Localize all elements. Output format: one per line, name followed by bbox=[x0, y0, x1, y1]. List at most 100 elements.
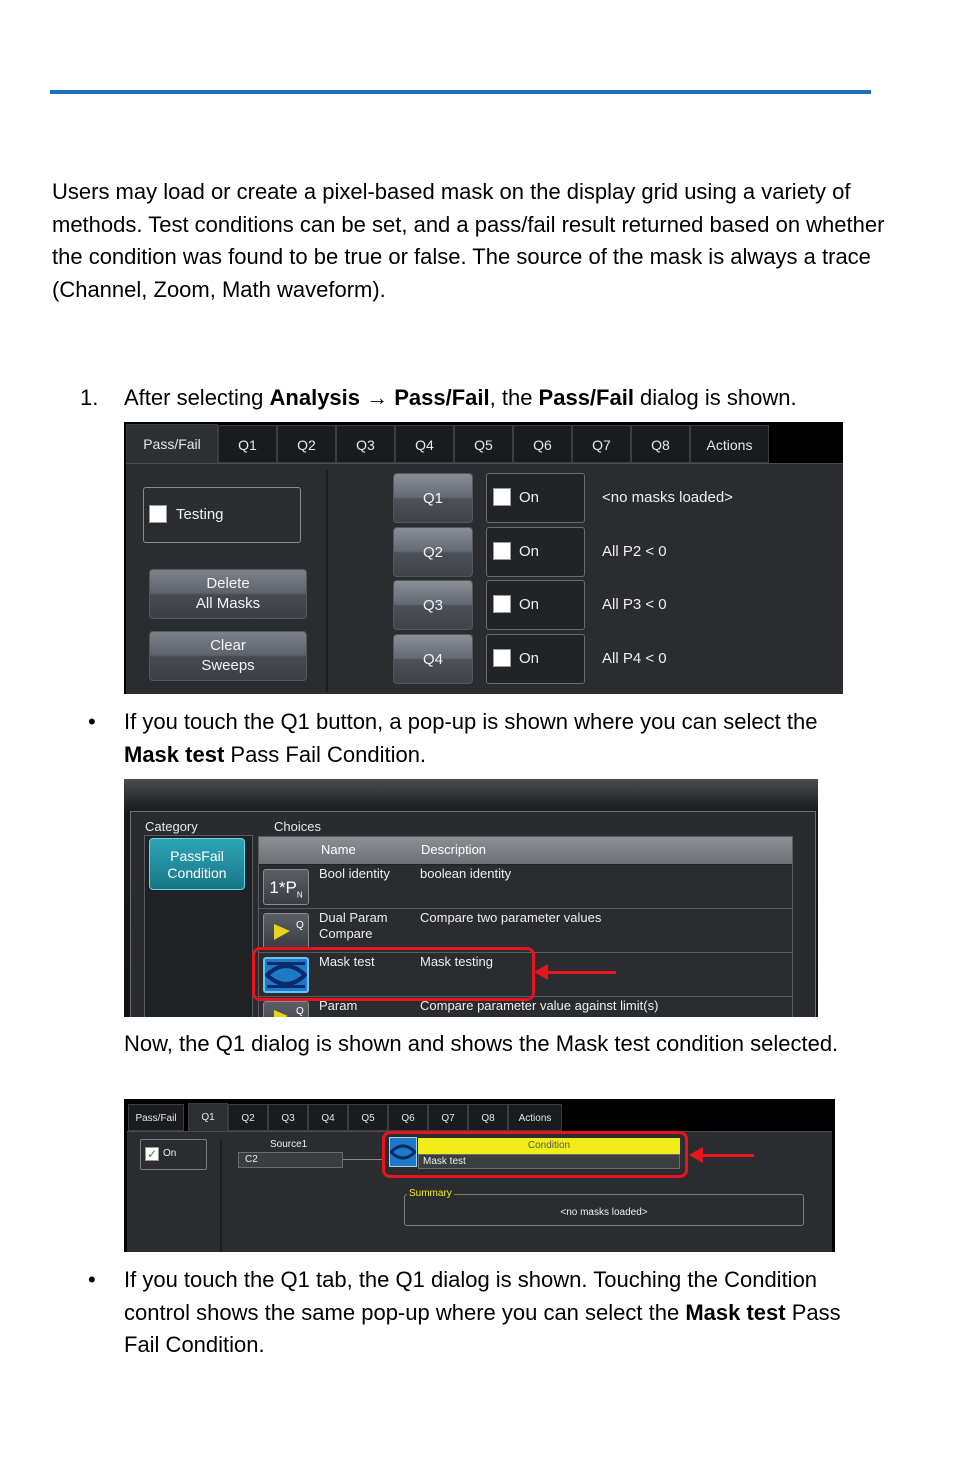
q2-button[interactable]: Q2 bbox=[393, 527, 473, 577]
step-bold-menu: Analysis → Pass/Fail bbox=[269, 385, 490, 410]
svg-text:Q: Q bbox=[296, 920, 304, 931]
param-glyph: Q bbox=[274, 1006, 304, 1017]
tab-q3[interactable]: Q3 bbox=[268, 1104, 308, 1131]
step-text-part: After selecting bbox=[124, 385, 270, 410]
source-value: C2 bbox=[245, 1154, 258, 1165]
choices-label: Choices bbox=[274, 819, 321, 834]
q4-description: All P4 < 0 bbox=[602, 650, 667, 667]
mask-test-highlight bbox=[252, 947, 535, 1001]
condition-highlight bbox=[382, 1131, 688, 1178]
tab-q6[interactable]: Q6 bbox=[513, 425, 572, 463]
tab-q7[interactable]: Q7 bbox=[428, 1104, 468, 1131]
tab-q1[interactable]: Q1 bbox=[188, 1103, 228, 1132]
step-text-part: , the bbox=[489, 385, 539, 410]
check-icon[interactable]: ✓ bbox=[145, 1147, 159, 1161]
clear-sweeps-button[interactable]: Clear Sweeps bbox=[149, 631, 307, 681]
param-icon: Q bbox=[263, 1001, 309, 1017]
passfail-panel: Testing Delete All Masks Clear Sweeps Q1… bbox=[126, 463, 843, 694]
tab-passfail[interactable]: Pass/Fail bbox=[126, 424, 218, 464]
on-label: On bbox=[519, 650, 540, 667]
tab-q1[interactable]: Q1 bbox=[218, 425, 277, 463]
tab-passfail[interactable]: Pass/Fail bbox=[128, 1104, 184, 1131]
button-line: All Masks bbox=[195, 595, 261, 612]
step-number: 1. bbox=[80, 385, 99, 410]
row-desc: boolean identity bbox=[420, 866, 512, 881]
category-line: Condition bbox=[167, 865, 227, 881]
q4-button[interactable]: Q4 bbox=[393, 634, 473, 684]
q1-on-checkbox[interactable]: On bbox=[486, 473, 585, 523]
tab-q8[interactable]: Q8 bbox=[631, 425, 690, 463]
on-label: On bbox=[519, 543, 540, 560]
tab-q2[interactable]: Q2 bbox=[277, 425, 336, 463]
tab-q4[interactable]: Q4 bbox=[308, 1104, 348, 1131]
dual-param-glyph: Q bbox=[274, 920, 304, 940]
tab-q2[interactable]: Q2 bbox=[228, 1104, 268, 1131]
bullet-dot: • bbox=[88, 1267, 96, 1292]
q1-description: <no masks loaded> bbox=[602, 489, 733, 506]
checkbox[interactable] bbox=[493, 542, 511, 560]
q1-on-checkbox[interactable]: ✓ On bbox=[140, 1139, 207, 1170]
tab-q5[interactable]: Q5 bbox=[348, 1104, 388, 1131]
delete-all-masks-button[interactable]: Delete All Masks bbox=[149, 569, 307, 619]
header-rule bbox=[50, 90, 871, 94]
q3-button[interactable]: Q3 bbox=[393, 580, 473, 630]
tab-q8[interactable]: Q8 bbox=[468, 1104, 508, 1131]
q2-description: All P2 < 0 bbox=[602, 543, 667, 560]
col-name: Name bbox=[321, 842, 356, 857]
dual-param-icon: Q bbox=[263, 913, 309, 949]
highlight-arrow bbox=[534, 964, 616, 980]
bullet-bold: Mask test bbox=[685, 1299, 786, 1325]
passfail-dialog-screenshot: Pass/Fail Q1 Q2 Q3 Q4 Q5 Q6 Q7 Q8 Action… bbox=[124, 422, 843, 694]
tab-q4[interactable]: Q4 bbox=[395, 425, 454, 463]
tab-actions[interactable]: Actions bbox=[508, 1104, 562, 1131]
step-bold-dialog: Pass/Fail bbox=[538, 385, 634, 410]
step-text-part: dialog is shown. bbox=[633, 385, 797, 410]
q4-on-checkbox[interactable]: On bbox=[486, 634, 585, 684]
step-text: After selecting Analysis → Pass/Fail, th… bbox=[124, 383, 797, 413]
on-label: On bbox=[519, 596, 540, 613]
panel-divider bbox=[326, 470, 328, 692]
tab-q6[interactable]: Q6 bbox=[388, 1104, 428, 1131]
dialog-tabs: Pass/Fail Q1 Q2 Q3 Q4 Q5 Q6 Q7 Q8 Action… bbox=[124, 422, 843, 464]
tab-q5[interactable]: Q5 bbox=[454, 425, 513, 463]
testing-checkbox[interactable]: Testing bbox=[143, 487, 301, 543]
checkbox[interactable] bbox=[493, 595, 511, 613]
table-row[interactable]: 1*PN Bool identity boolean identity bbox=[259, 865, 792, 909]
col-description: Description bbox=[421, 842, 487, 857]
row-name: Bool identity bbox=[319, 866, 390, 881]
category-label: Category bbox=[145, 819, 198, 834]
bullet-bold: Mask test bbox=[124, 741, 225, 767]
source-label: Source1 bbox=[270, 1139, 308, 1150]
table-header: Name Description bbox=[259, 837, 792, 864]
on-label: On bbox=[163, 1148, 177, 1159]
category-line: PassFail bbox=[170, 848, 224, 864]
category-passfail-condition[interactable]: PassFail Condition bbox=[149, 838, 245, 890]
row-desc: Compare two parameter values bbox=[420, 910, 602, 925]
bullet-text: If you touch the Q1 tab, the Q1 dialog i… bbox=[124, 1264, 864, 1362]
svg-text:Q: Q bbox=[296, 1006, 304, 1017]
button-line: Clear bbox=[210, 637, 246, 654]
connector-line bbox=[343, 1159, 383, 1160]
bullet-dot: • bbox=[88, 709, 96, 734]
button-line: Delete bbox=[206, 575, 250, 592]
on-label: On bbox=[519, 489, 540, 506]
condition-popup-screenshot: Category Choices PassFail Condition Name… bbox=[124, 779, 818, 1017]
checkbox[interactable] bbox=[493, 649, 511, 667]
panel-divider bbox=[220, 1140, 222, 1252]
q2-on-checkbox[interactable]: On bbox=[486, 527, 585, 577]
q3-on-checkbox[interactable]: On bbox=[486, 580, 585, 630]
checkbox[interactable] bbox=[493, 488, 511, 506]
tab-actions[interactable]: Actions bbox=[690, 425, 769, 463]
summary-box: Summary <no masks loaded> bbox=[404, 1188, 804, 1226]
bool-identity-icon: 1*PN bbox=[263, 869, 309, 905]
q1-button[interactable]: Q1 bbox=[393, 473, 473, 523]
q1-dialog-screenshot: Pass/Fail Q1 Q2 Q3 Q4 Q5 Q6 Q7 Q8 Action… bbox=[124, 1099, 835, 1252]
checkbox[interactable] bbox=[149, 505, 167, 523]
tab-q3[interactable]: Q3 bbox=[336, 425, 395, 463]
note-text: Now, the Q1 dialog is shown and shows th… bbox=[124, 1031, 839, 1056]
button-line: Sweeps bbox=[201, 657, 255, 674]
source-field[interactable]: C2 bbox=[238, 1152, 343, 1168]
summary-label: Summary bbox=[407, 1188, 454, 1199]
intro-paragraph: Users may load or create a pixel-based m… bbox=[52, 179, 885, 302]
tab-q7[interactable]: Q7 bbox=[572, 425, 631, 463]
